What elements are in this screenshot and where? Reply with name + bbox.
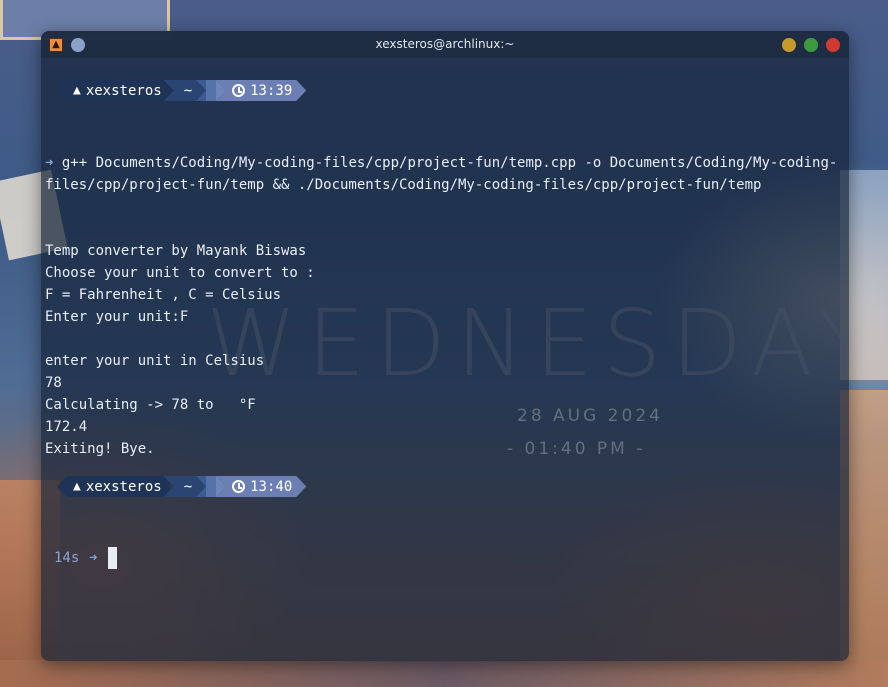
clock-icon <box>232 84 245 97</box>
elapsed-time: 14s <box>54 550 80 566</box>
prompt-dir: ~ <box>183 478 193 495</box>
desktop-clock-time: - 01:40 PM - <box>507 439 646 459</box>
window-title: xexsteros@archlinux:~ <box>375 37 515 51</box>
desktop-clock-day: WEDNESDAY <box>206 290 849 397</box>
maximize-button[interactable] <box>804 38 818 52</box>
output-line: enter your unit in Celsius <box>45 353 265 369</box>
output-line: 78 <box>45 375 62 391</box>
prompt-time: 13:40 <box>250 478 293 495</box>
output-line: Enter your unit:F <box>45 309 189 325</box>
arch-logo-icon: ▲ <box>73 83 81 98</box>
prompt-bar: ▲ xexsteros ~ 13:40 <box>57 476 306 497</box>
terminal-window[interactable]: ▲ xexsteros@archlinux:~ WEDNESDAY 28 AUG… <box>41 31 849 661</box>
output-line: Exiting! Bye. <box>45 441 155 457</box>
prompt-bar: ▲ xexsteros ~ 13:39 <box>57 80 306 101</box>
text-cursor[interactable] <box>108 547 117 569</box>
output-line: Calculating -> 78 to °F <box>45 397 256 413</box>
prompt-user: xexsteros <box>85 82 162 99</box>
prompt-time-segment: 13:39 <box>216 80 306 101</box>
titlebar[interactable]: ▲ xexsteros@archlinux:~ <box>41 31 849 58</box>
wallpaper-floor <box>0 660 888 687</box>
output-line: F = Fahrenheit , C = Celsius <box>45 287 282 303</box>
prompt-user-segment: ▲ xexsteros <box>57 476 170 497</box>
output-line: Choose your unit to convert to : <box>45 265 315 281</box>
desktop-clock-date: 28 AUG 2024 <box>517 406 663 426</box>
minimize-button[interactable] <box>782 38 796 52</box>
prompt-user-segment: ▲ xexsteros <box>57 80 170 101</box>
arch-logo-icon: ▲ <box>73 479 81 494</box>
close-button[interactable] <box>826 38 840 52</box>
command-text: g++ Documents/Coding/My-coding-files/cpp… <box>45 155 838 193</box>
terminal-content[interactable]: WEDNESDAY 28 AUG 2024 - 01:40 PM - ▲ xex… <box>41 58 849 661</box>
prompt-arrow-icon: ➜ <box>89 550 98 566</box>
clock-icon <box>232 480 245 493</box>
command-line: ➜ g++ Documents/Coding/My-coding-files/c… <box>45 152 845 196</box>
prompt-time-segment: 13:40 <box>216 476 306 497</box>
prompt-dir: ~ <box>183 82 193 99</box>
output-line: Temp converter by Mayank Biswas <box>45 243 307 259</box>
output-line: 172.4 <box>45 419 88 435</box>
prompt-user: xexsteros <box>85 478 162 495</box>
prompt-time: 13:39 <box>250 82 293 99</box>
